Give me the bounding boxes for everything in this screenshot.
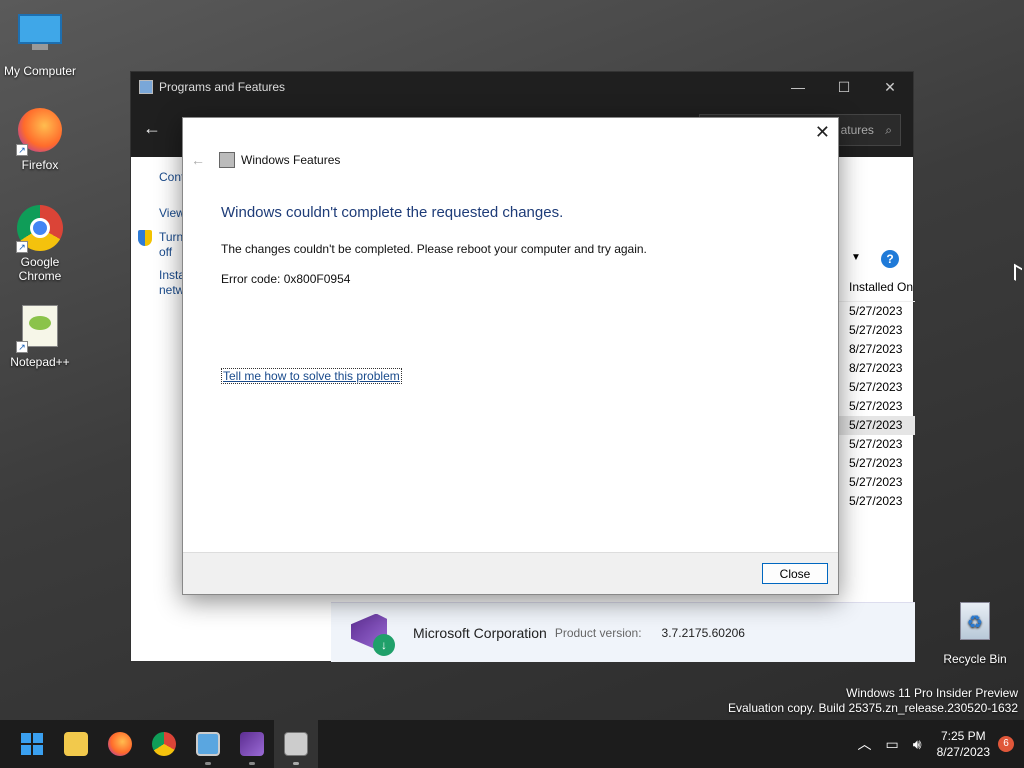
dialog-footer: Close — [183, 552, 838, 594]
desktop-icon-notepadpp[interactable]: ↗ Notepad++ — [0, 302, 80, 369]
dialog-close-icon[interactable]: ✕ — [815, 122, 830, 143]
close-icon[interactable]: ✕ — [867, 79, 913, 96]
product-version-value: 3.7.2175.60206 — [661, 625, 745, 640]
taskbar-windows-features[interactable] — [274, 720, 318, 768]
back-arrow-icon[interactable]: ← — [143, 118, 161, 139]
desktop-icon-chrome[interactable]: ↗ Google Chrome — [0, 204, 80, 283]
table-row[interactable]: 5/27/2023 — [839, 397, 915, 416]
running-indicator — [293, 762, 299, 765]
desktop-icon-label: My Computer — [3, 64, 77, 78]
table-row[interactable]: 8/27/2023 — [839, 359, 915, 378]
table-row[interactable]: 5/27/2023 — [839, 416, 915, 435]
desktop-icon-my-computer[interactable]: My Computer — [0, 10, 80, 78]
minimize-icon[interactable]: — — [775, 79, 821, 96]
firefox-icon: ↗ — [16, 108, 64, 156]
sidebar-link-turn-features[interactable]: Turn off — [159, 230, 183, 260]
windows-logo-icon — [21, 733, 43, 755]
windows-features-icon — [219, 152, 235, 168]
volume-icon[interactable]: 🔊︎ — [913, 736, 922, 753]
windows-features-icon — [284, 732, 308, 756]
table-row[interactable]: 8/27/2023 — [839, 340, 915, 359]
dialog-title: Windows Features — [241, 153, 341, 167]
notepadpp-icon: ↗ — [16, 305, 64, 353]
sidebar-link-view-updates[interactable]: View — [159, 206, 185, 221]
start-button[interactable] — [10, 720, 54, 768]
taskbar-firefox[interactable] — [98, 720, 142, 768]
back-arrow-icon: ← — [191, 152, 205, 168]
network-icon[interactable]: ▭ — [886, 736, 899, 753]
table-row[interactable]: 5/27/2023 — [839, 435, 915, 454]
mouse-cursor — [1014, 263, 1022, 285]
sidebar-link-control-panel-home[interactable]: Cont — [159, 170, 184, 185]
error-message: The changes couldn't be completed. Pleas… — [221, 242, 647, 256]
desktop-icon-label: Google Chrome — [18, 255, 62, 283]
sidebar-link-line: off — [159, 245, 173, 259]
table-row[interactable]: 5/27/2023 — [839, 302, 915, 321]
control-panel-icon — [139, 80, 153, 94]
folder-icon — [64, 732, 88, 756]
table-row[interactable]: 5/27/2023 — [839, 473, 915, 492]
control-panel-icon — [196, 732, 220, 756]
help-icon[interactable]: ? — [881, 250, 899, 268]
taskbar: ︿ ▭ 🔊︎ 7:25 PM 8/27/2023 6 — [0, 720, 1024, 768]
installed-on-column: Installed On 5/27/2023 5/27/2023 8/27/2023… — [839, 272, 915, 511]
chevron-up-icon[interactable]: ︿ — [858, 734, 872, 754]
close-button[interactable]: Close — [762, 563, 828, 584]
desktop-icon-firefox[interactable]: ↗ Firefox — [0, 106, 80, 172]
clock-date: 8/27/2023 — [936, 745, 990, 759]
taskbar-control-panel[interactable] — [186, 720, 230, 768]
recycle-bin-icon: ♻ — [951, 602, 999, 650]
shortcut-arrow-icon: ↗ — [16, 144, 28, 156]
taskbar-file-explorer[interactable] — [54, 720, 98, 768]
windows-features-dialog: ✕ ← Windows Features Windows couldn't co… — [182, 117, 839, 595]
firefox-icon — [108, 732, 132, 756]
running-indicator — [249, 762, 255, 765]
clock-time: 7:25 PM — [940, 729, 986, 743]
maximize-icon[interactable]: ☐ — [821, 79, 867, 96]
notification-badge[interactable]: 6 — [998, 736, 1014, 752]
publisher-name: Microsoft Corporation — [413, 624, 547, 641]
system-tray: ︿ ▭ 🔊︎ 7:25 PM 8/27/2023 6 — [851, 728, 1024, 760]
shield-icon — [138, 230, 152, 246]
desktop-icon-recycle-bin[interactable]: ♻ Recycle Bin — [935, 598, 1015, 666]
taskbar-chrome[interactable] — [142, 720, 186, 768]
view-dropdown-icon[interactable]: ▼ — [851, 252, 861, 263]
visual-studio-icon — [240, 732, 264, 756]
help-link[interactable]: Tell me how to solve this problem — [221, 368, 402, 384]
clock[interactable]: 7:25 PM 8/27/2023 — [937, 728, 990, 760]
chrome-icon — [152, 732, 176, 756]
product-version-label: Product version: — [554, 625, 642, 640]
chrome-icon: ↗ — [16, 205, 64, 253]
watermark-line: Windows 11 Pro Insider Preview — [846, 686, 1018, 700]
visual-studio-installer-icon: ↓ — [347, 608, 397, 658]
shortcut-arrow-icon: ↗ — [16, 241, 28, 253]
shortcut-arrow-icon: ↗ — [16, 341, 28, 353]
taskbar-visual-studio-installer[interactable] — [230, 720, 274, 768]
table-row[interactable]: 5/27/2023 — [839, 454, 915, 473]
table-row[interactable]: 5/27/2023 — [839, 492, 915, 511]
build-watermark: Windows 11 Pro Insider Preview Evaluatio… — [728, 686, 1018, 716]
monitor-icon — [16, 14, 64, 62]
desktop-icon-label: Firefox — [21, 158, 59, 172]
error-code: Error code: 0x800F0954 — [221, 272, 351, 286]
table-row[interactable]: 5/27/2023 — [839, 321, 915, 340]
search-placeholder: atures — [840, 123, 874, 137]
search-icon: ⌕ — [885, 123, 892, 137]
watermark-line: Evaluation copy. Build 25375.zn_release.… — [728, 701, 1018, 715]
sidebar-link-line: Turn — [159, 230, 184, 244]
details-pane: ↓ Microsoft Corporation Product version:… — [331, 602, 915, 662]
window-title: Programs and Features — [159, 80, 286, 94]
running-indicator — [205, 762, 211, 765]
window-titlebar: Programs and Features — ☐ ✕ — [131, 72, 913, 102]
table-row[interactable]: 5/27/2023 — [839, 378, 915, 397]
column-header-installed-on[interactable]: Installed On — [839, 272, 915, 302]
desktop-icon-label: Recycle Bin — [943, 652, 1007, 666]
desktop-icon-label: Notepad++ — [10, 355, 70, 369]
error-heading: Windows couldn't complete the requested … — [221, 204, 564, 221]
